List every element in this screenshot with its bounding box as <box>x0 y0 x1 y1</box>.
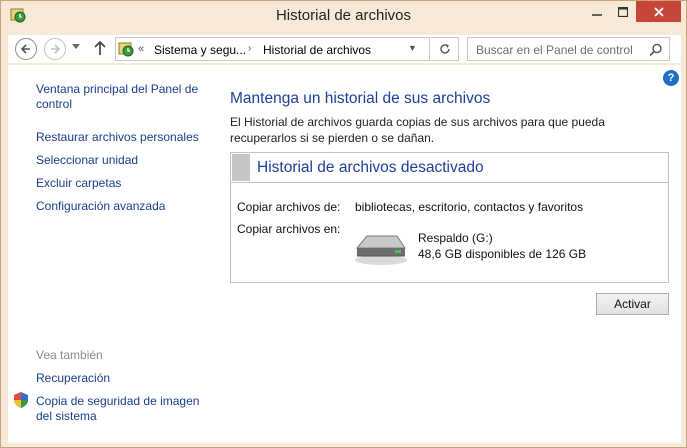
sidebar-link-control-panel-home[interactable]: Ventana principal del Panel de control <box>36 82 206 112</box>
breadcrumb-item[interactable]: Sistema y segu... <box>154 43 246 57</box>
status-panel-header: Historial de archivos desactivado <box>231 153 668 183</box>
title-bar[interactable]: Historial de archivos <box>1 1 686 31</box>
arrow-right-icon <box>51 44 61 54</box>
up-button[interactable] <box>94 40 108 58</box>
content-area: ? Ventana principal del Panel de control… <box>8 65 681 443</box>
breadcrumb-item[interactable]: Historial de archivos <box>263 43 371 57</box>
copy-from-label: Copiar archivos de: <box>237 200 341 214</box>
breadcrumb-separator-icon[interactable]: › <box>248 43 251 54</box>
search-icon <box>649 43 662 57</box>
overflow-chevron-icon[interactable]: « <box>138 43 144 55</box>
copy-from-value: bibliotecas, escritorio, contactos y fav… <box>355 200 584 214</box>
activate-button[interactable]: Activar <box>596 293 669 315</box>
help-icon[interactable]: ? <box>663 70 679 86</box>
sidebar-link-restore-files[interactable]: Restaurar archivos personales <box>36 130 199 145</box>
arrow-left-icon <box>20 44 30 54</box>
status-panel: Historial de archivos desactivado Copiar… <box>230 152 669 283</box>
minimize-button[interactable] <box>583 1 610 22</box>
drive-space: 48,6 GB disponibles de 126 GB <box>418 247 587 261</box>
navigation-bar: « Sistema y segu... › Historial de archi… <box>8 35 681 63</box>
recent-locations-button[interactable] <box>72 43 82 53</box>
copy-to-label: Copiar archivos en: <box>237 222 341 236</box>
search-placeholder: Buscar en el Panel de control <box>476 43 633 57</box>
see-also-heading: Vea también <box>36 348 103 362</box>
sidebar-link-system-image-backup[interactable]: Copia de seguridad de imagen del sistema <box>36 394 216 424</box>
page-title: Mantenga un historial de sus archivos <box>230 90 491 107</box>
sidebar-link-advanced-settings[interactable]: Configuración avanzada <box>36 199 165 214</box>
arrow-up-icon <box>94 40 106 55</box>
status-indicator <box>232 154 250 181</box>
maximize-button[interactable] <box>610 1 636 22</box>
minimize-icon <box>591 13 602 16</box>
sidebar-link-select-drive[interactable]: Seleccionar unidad <box>36 153 138 168</box>
back-button[interactable] <box>15 38 37 60</box>
page-description: El Historial de archivos guarda copias d… <box>230 115 605 145</box>
close-icon <box>653 6 664 17</box>
status-title: Historial de archivos desactivado <box>257 159 484 176</box>
maximize-icon <box>618 6 628 17</box>
chevron-down-icon <box>72 44 80 49</box>
address-bar[interactable]: « Sistema y segu... › Historial de archi… <box>115 37 430 61</box>
close-button[interactable] <box>636 1 681 22</box>
sidebar-link-recovery[interactable]: Recuperación <box>36 371 110 386</box>
search-input[interactable]: Buscar en el Panel de control <box>467 37 670 61</box>
drive-name: Respaldo (G:) <box>418 231 493 245</box>
forward-button[interactable] <box>44 38 66 60</box>
sidebar-link-exclude-folders[interactable]: Excluir carpetas <box>36 176 121 191</box>
hard-drive-icon <box>355 235 407 265</box>
shield-icon <box>14 392 28 408</box>
refresh-icon <box>439 44 450 54</box>
chevron-down-icon[interactable]: ▼ <box>408 43 417 53</box>
file-history-icon <box>118 42 134 57</box>
refresh-button[interactable] <box>431 37 459 61</box>
window: Historial de archivos « Sistema y segu..… <box>0 0 687 448</box>
